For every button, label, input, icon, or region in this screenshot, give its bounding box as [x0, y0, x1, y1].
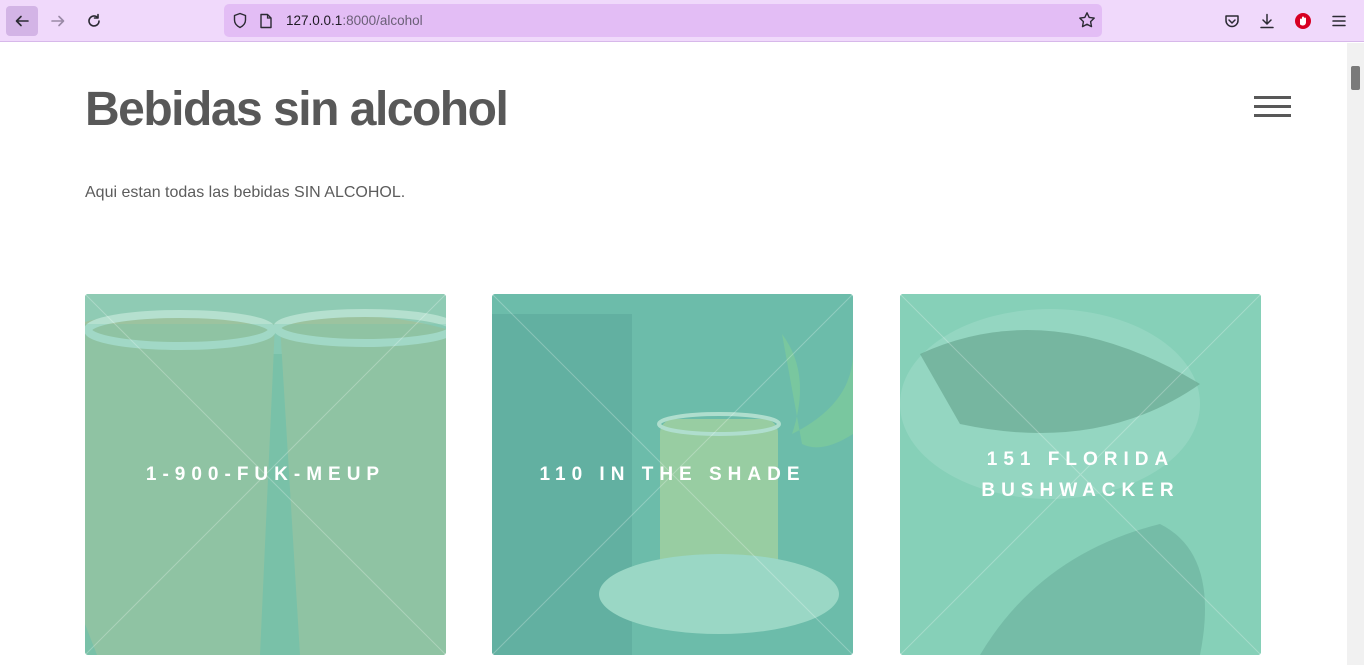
url-host: 127.0.0.1	[286, 13, 343, 28]
page-icon[interactable]	[259, 13, 273, 29]
app-menu-button[interactable]	[1324, 6, 1354, 36]
forward-icon	[51, 15, 65, 27]
hamburger-menu-icon[interactable]	[1254, 96, 1291, 120]
address-bar[interactable]: 127.0.0.1:8000/alcohol	[224, 4, 1102, 37]
page-description: Aqui estan todas las bebidas SIN ALCOHOL…	[85, 184, 406, 201]
drink-card[interactable]: 110 in the shade	[492, 294, 853, 655]
drink-name: 151 Florida Bushwacker	[981, 448, 1180, 501]
page-title: Bebidas sin alcohol	[85, 83, 509, 136]
url-path: :8000/alcohol	[342, 13, 423, 28]
scrollbar-track[interactable]	[1347, 43, 1364, 665]
pocket-button[interactable]	[1217, 6, 1247, 36]
reload-button[interactable]	[78, 6, 110, 36]
download-icon	[1260, 13, 1274, 29]
drink-card[interactable]: 1-900-FUK-MEUP	[85, 294, 446, 655]
back-icon	[15, 15, 29, 27]
forward-button[interactable]	[42, 6, 74, 36]
pocket-icon	[1225, 15, 1239, 28]
drink-card[interactable]: 151 Florida Bushwacker	[900, 294, 1261, 655]
back-button[interactable]	[6, 6, 38, 36]
drink-name: 1-900-FUK-MEUP	[145, 464, 386, 485]
reload-icon	[88, 13, 100, 27]
downloads-button[interactable]	[1252, 6, 1282, 36]
star-icon[interactable]	[1078, 11, 1096, 29]
extension-icon	[1295, 13, 1311, 29]
scrollbar-thumb[interactable]	[1351, 66, 1360, 90]
browser-toolbar: 127.0.0.1:8000/alcohol	[0, 0, 1364, 42]
shield-icon[interactable]	[232, 12, 248, 29]
drink-name: 110 in the shade	[539, 464, 806, 485]
menu-icon	[1332, 15, 1346, 27]
url-text[interactable]: 127.0.0.1:8000/alcohol	[286, 13, 423, 28]
extension-button[interactable]	[1288, 6, 1318, 36]
